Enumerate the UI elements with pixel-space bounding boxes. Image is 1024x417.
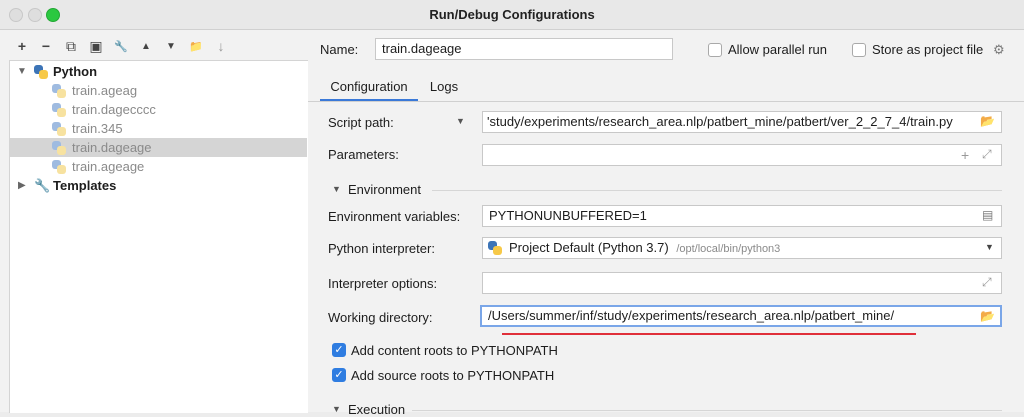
chevron-right-icon[interactable]: ▶: [18, 180, 26, 191]
chevron-down-icon[interactable]: ▼: [985, 242, 994, 252]
python-icon: [52, 121, 66, 136]
config-tree: ▼ Python train.ageag train.dagecccc trai…: [9, 60, 308, 413]
tree-node-templates[interactable]: ▶ 🔧 Templates: [10, 176, 307, 195]
allow-parallel-checkbox[interactable]: [708, 43, 722, 57]
gear-icon[interactable]: ⚙: [993, 42, 1005, 58]
tree-node-label: Templates: [53, 178, 117, 193]
tree-item[interactable]: train.345: [10, 119, 307, 138]
chevron-down-icon[interactable]: ▼: [456, 116, 465, 126]
python-icon: [488, 241, 502, 255]
remove-icon[interactable]: −: [37, 37, 55, 55]
chevron-down-icon[interactable]: ▼: [332, 404, 341, 414]
source-roots-label: Add source roots to PYTHONPATH: [351, 368, 555, 383]
tree-node-python[interactable]: ▼ Python: [10, 62, 307, 81]
interpreter-value: Project Default (Python 3.7): [509, 240, 669, 255]
tree-item-label: train.dageage: [72, 140, 152, 155]
name-input[interactable]: train.dageage: [375, 38, 673, 60]
workdir-label: Working directory:: [328, 310, 433, 325]
name-label: Name:: [320, 42, 359, 57]
interp-options-input[interactable]: [482, 272, 1002, 294]
expand-icon[interactable]: ⤢: [982, 147, 992, 162]
title-bar: Run/Debug Configurations: [0, 0, 1024, 30]
python-icon: [34, 64, 48, 79]
interpreter-path: /opt/local/bin/python3: [676, 243, 781, 255]
section-divider: [432, 190, 1002, 191]
env-vars-input[interactable]: PYTHONUNBUFFERED=1: [482, 205, 1002, 227]
tree-toolbar: + − ⧉ ▣ 🔧 ▲ ▼ 📁 ↓: [0, 30, 307, 60]
chevron-down-icon[interactable]: ▼: [332, 184, 341, 194]
python-icon: [52, 83, 66, 98]
move-up-icon[interactable]: ▲: [137, 37, 155, 55]
add-icon[interactable]: +: [13, 37, 31, 55]
document-icon[interactable]: ▤: [982, 208, 993, 222]
tab-configuration[interactable]: Configuration: [320, 74, 418, 102]
python-icon: [52, 140, 66, 155]
folder-icon[interactable]: 📁: [187, 37, 205, 55]
tree-item[interactable]: train.ageage: [10, 157, 307, 176]
tree-item-label: train.ageage: [72, 159, 145, 174]
wrench-icon[interactable]: 🔧: [112, 37, 130, 55]
content-roots-checkbox[interactable]: ✓: [332, 343, 346, 357]
window-title: Run/Debug Configurations: [429, 7, 595, 22]
workdir-input[interactable]: /Users/summer/inf/study/experiments/rese…: [480, 305, 1002, 327]
interpreter-label: Python interpreter:: [328, 241, 435, 256]
save-icon[interactable]: ▣: [87, 37, 105, 55]
tree-node-label: Python: [53, 64, 98, 79]
execution-section-title: Execution: [348, 402, 406, 417]
python-icon: [52, 159, 66, 174]
tree-item-label: train.ageag: [72, 83, 138, 98]
move-down-icon[interactable]: ▼: [162, 37, 180, 55]
python-icon: [52, 102, 66, 117]
tree-item-label: train.dagecccc: [72, 102, 156, 117]
script-path-label: Script path:: [328, 115, 394, 130]
chevron-down-icon[interactable]: ▼: [17, 66, 27, 77]
tabs-divider: [308, 101, 1024, 102]
store-project-label: Store as project file: [872, 42, 984, 57]
underline-annotation: [502, 333, 916, 335]
run-debug-window: Run/Debug Configurations + − ⧉ ▣ 🔧 ▲ ▼ 📁…: [0, 0, 1024, 417]
tree-item[interactable]: train.ageag: [10, 81, 307, 100]
section-divider: [412, 410, 1002, 411]
parameters-label: Parameters:: [328, 147, 399, 162]
interpreter-select[interactable]: Project Default (Python 3.7) /opt/local/…: [482, 237, 1002, 259]
environment-section-title: Environment: [348, 182, 421, 197]
allow-parallel-label: Allow parallel run: [728, 42, 827, 57]
folder-browse-icon[interactable]: 📂: [980, 114, 995, 128]
tree-item-label: train.345: [72, 121, 123, 136]
store-project-checkbox[interactable]: [852, 43, 866, 57]
script-path-input[interactable]: 'study/experiments/research_area.nlp/pat…: [482, 111, 1002, 133]
config-editor-panel: Name: train.dageage Allow parallel run S…: [308, 30, 1024, 417]
content-roots-label: Add content roots to PYTHONPATH: [351, 343, 558, 358]
env-vars-label: Environment variables:: [328, 209, 461, 224]
copy-icon[interactable]: ⧉: [62, 37, 80, 55]
folder-browse-icon[interactable]: 📂: [980, 309, 995, 323]
parameters-input[interactable]: [482, 144, 1002, 166]
sort-icon[interactable]: ↓: [212, 37, 230, 55]
expand-icon[interactable]: ⤢: [982, 275, 992, 290]
interp-options-label: Interpreter options:: [328, 276, 438, 291]
tab-logs[interactable]: Logs: [422, 74, 466, 102]
wrench-icon: 🔧: [34, 177, 51, 193]
config-tree-panel: + − ⧉ ▣ 🔧 ▲ ▼ 📁 ↓ ▼ Python train.ageag t…: [0, 30, 308, 413]
tree-item-selected[interactable]: train.dageage: [10, 138, 307, 157]
plus-icon[interactable]: +: [961, 147, 969, 163]
source-roots-checkbox[interactable]: ✓: [332, 368, 346, 382]
tree-item[interactable]: train.dagecccc: [10, 100, 307, 119]
